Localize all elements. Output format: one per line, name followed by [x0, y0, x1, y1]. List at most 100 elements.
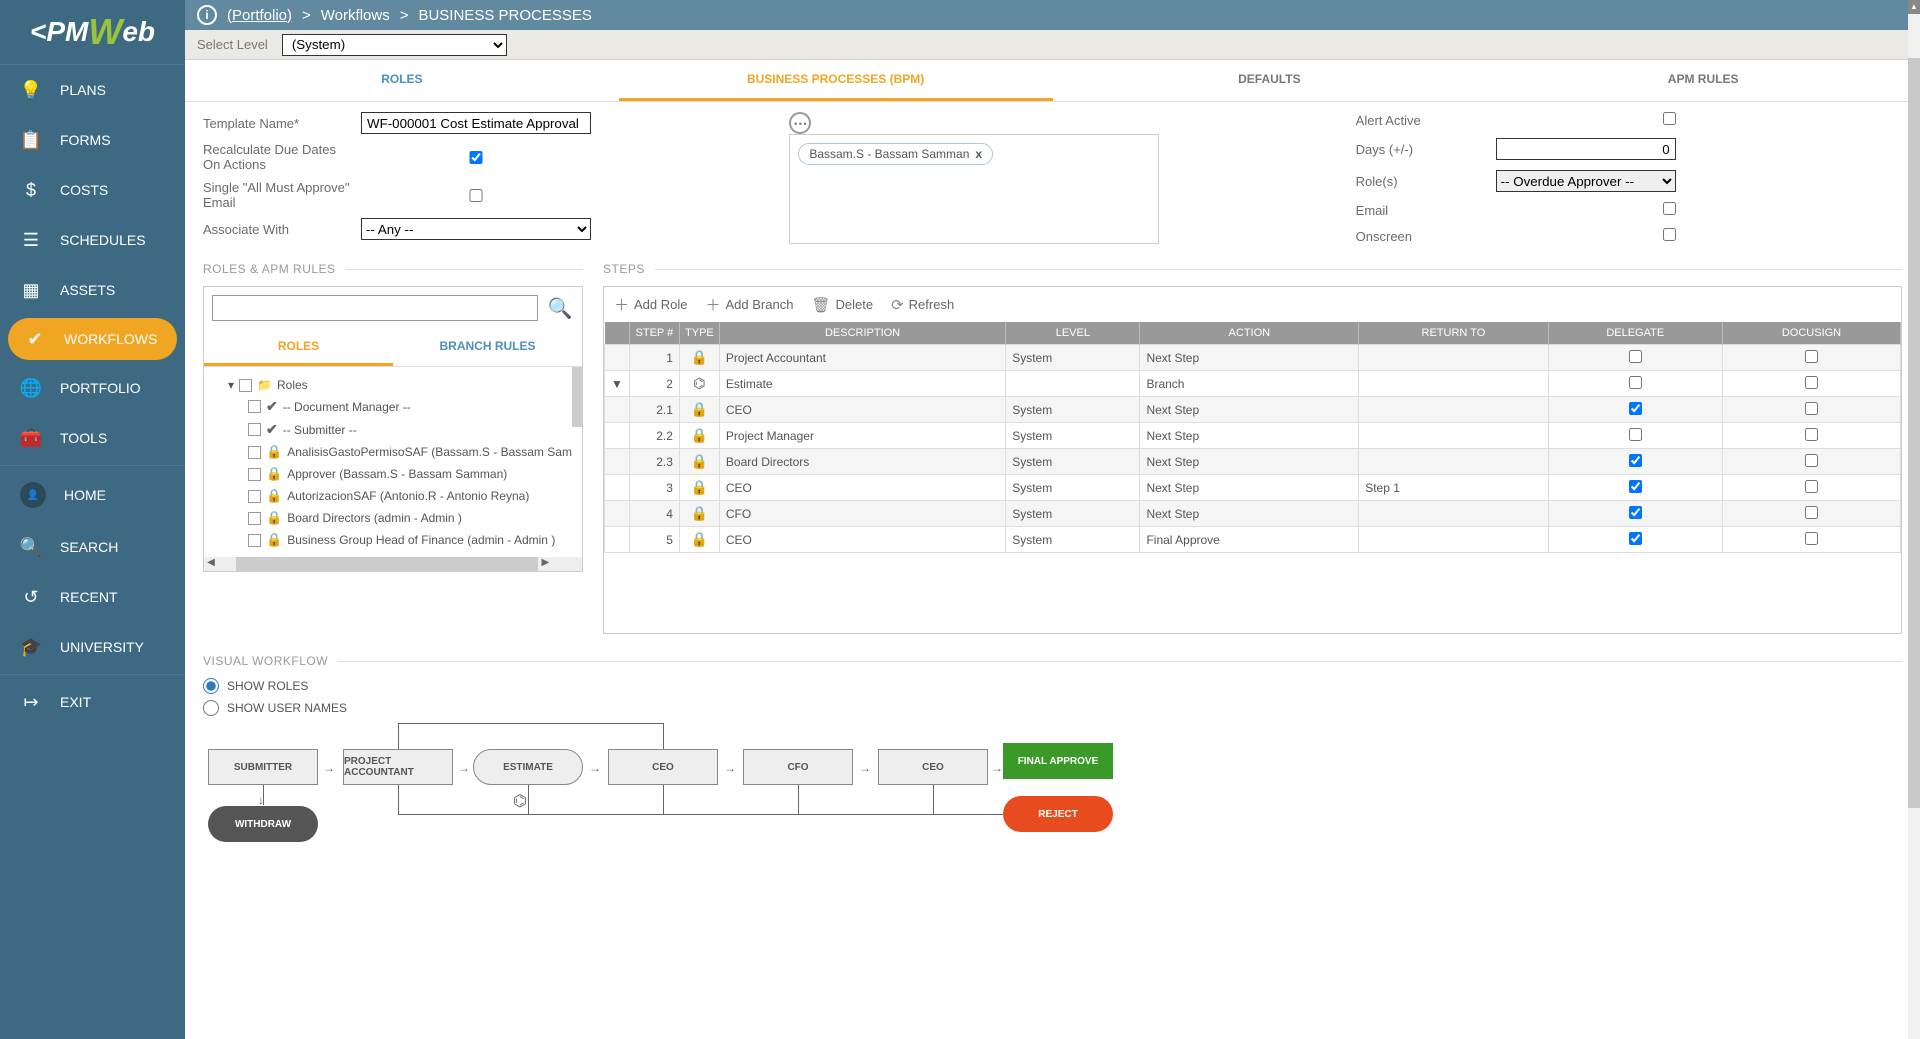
tree-checkbox[interactable]	[248, 512, 261, 525]
days-input[interactable]	[1496, 138, 1676, 160]
scroll-left-icon[interactable]: ◀	[204, 557, 218, 571]
wf-ceo-node-2[interactable]: CEO	[878, 749, 988, 785]
tab-apm[interactable]: APM RULES	[1486, 60, 1920, 101]
delegate-checkbox[interactable]	[1629, 454, 1642, 467]
scroll-thumb[interactable]	[236, 557, 538, 571]
chip-remove-icon[interactable]: x	[975, 147, 982, 161]
nav-portfolio[interactable]: 🌐PORTFOLIO	[0, 363, 185, 413]
wf-final-approve-node[interactable]: FINAL APPROVE	[1003, 743, 1113, 779]
roles-tree[interactable]: ▾ 📁 Roles ✔-- Document Manager --✔-- Sub…	[204, 367, 582, 557]
table-row[interactable]: 2.2🔒Project ManagerSystemNext Step	[605, 423, 1901, 449]
nav-exit[interactable]: ↦EXIT	[0, 677, 185, 727]
delegate-checkbox[interactable]	[1629, 350, 1642, 363]
delegate-checkbox[interactable]	[1629, 532, 1642, 545]
docusign-checkbox[interactable]	[1805, 454, 1818, 467]
row-expander[interactable]	[605, 345, 630, 371]
nav-assets[interactable]: ▦ASSETS	[0, 265, 185, 315]
nav-schedules[interactable]: ☰SCHEDULES	[0, 215, 185, 265]
table-row[interactable]: 5🔒CEOSystemFinal Approve	[605, 527, 1901, 553]
docusign-checkbox[interactable]	[1805, 480, 1818, 493]
wf-estimate-node[interactable]: ESTIMATE	[473, 749, 583, 785]
main-scroll-thumb[interactable]	[1908, 58, 1920, 808]
tab-defaults[interactable]: DEFAULTS	[1053, 60, 1487, 101]
delegate-checkbox[interactable]	[1629, 506, 1642, 519]
tree-item[interactable]: 🔒AutorizacionSAF (Antonio.R - Antonio Re…	[212, 485, 574, 507]
tree-root[interactable]: ▾ 📁 Roles	[212, 375, 574, 395]
wf-cfo-node[interactable]: CFO	[743, 749, 853, 785]
onscreen-checkbox[interactable]	[1663, 228, 1676, 241]
nav-costs[interactable]: $COSTS	[0, 165, 185, 215]
row-expander[interactable]	[605, 501, 630, 527]
tree-scrollbar[interactable]	[572, 367, 582, 427]
row-expander[interactable]	[605, 475, 630, 501]
table-row[interactable]: 4🔒CFOSystemNext Step	[605, 501, 1901, 527]
docusign-checkbox[interactable]	[1805, 428, 1818, 441]
recalc-checkbox[interactable]	[361, 151, 591, 164]
delete-button[interactable]: 🗑Delete	[811, 294, 873, 315]
row-expander[interactable]	[605, 527, 630, 553]
nav-university[interactable]: 🎓UNIVERSITY	[0, 622, 185, 672]
roles-tab-roles[interactable]: ROLES	[204, 329, 393, 366]
row-expander[interactable]	[605, 397, 630, 423]
info-icon[interactable]: i	[197, 5, 217, 25]
tree-item[interactable]: 🔒AnalisisGastoPermisoSAF (Bassam.S - Bas…	[212, 441, 574, 463]
tab-bpm[interactable]: BUSINESS PROCESSES (BPM)	[619, 60, 1053, 101]
tree-item[interactable]: 🔒Approver (Bassam.S - Bassam Samman)	[212, 463, 574, 485]
delegate-checkbox[interactable]	[1629, 480, 1642, 493]
people-picker-button[interactable]: ⋯	[789, 112, 811, 134]
select-level[interactable]: (System)	[282, 34, 507, 56]
template-name-input[interactable]	[361, 112, 591, 134]
tree-item[interactable]: 🔒Business Group Head of Finance (admin -…	[212, 529, 574, 551]
nav-recent[interactable]: ↺RECENT	[0, 572, 185, 622]
tree-item[interactable]: ✔-- Document Manager --	[212, 395, 574, 418]
tree-checkbox[interactable]	[239, 379, 252, 392]
docusign-checkbox[interactable]	[1805, 506, 1818, 519]
nav-plans[interactable]: 💡PLANS	[0, 65, 185, 115]
table-row[interactable]: ▼2⌬EstimateBranch	[605, 371, 1901, 397]
docusign-checkbox[interactable]	[1805, 350, 1818, 363]
nav-forms[interactable]: 📋FORMS	[0, 115, 185, 165]
nav-workflows[interactable]: ✔WORKFLOWS	[8, 318, 177, 360]
alert-active-checkbox[interactable]	[1663, 112, 1676, 125]
associate-select[interactable]: -- Any --	[361, 218, 591, 240]
wf-reject-node[interactable]: REJECT	[1003, 796, 1113, 832]
show-roles-radio-row[interactable]: SHOW ROLES	[203, 678, 1902, 694]
tree-checkbox[interactable]	[248, 400, 261, 413]
email-checkbox[interactable]	[1663, 202, 1676, 215]
table-row[interactable]: 2.3🔒Board DirectorsSystemNext Step	[605, 449, 1901, 475]
wf-submitter-node[interactable]: SUBMITTER	[208, 749, 318, 785]
wf-project-accountant-node[interactable]: PROJECT ACCOUNTANT	[343, 749, 453, 785]
table-row[interactable]: 1🔒Project AccountantSystemNext Step	[605, 345, 1901, 371]
roles-tab-branch[interactable]: BRANCH RULES	[393, 329, 582, 366]
wf-withdraw-node[interactable]: WITHDRAW	[208, 806, 318, 842]
tab-roles[interactable]: ROLES	[185, 60, 619, 101]
roles-search-input[interactable]	[212, 295, 538, 321]
search-icon[interactable]: 🔍	[546, 296, 574, 321]
row-expander[interactable]	[605, 423, 630, 449]
delegate-checkbox[interactable]	[1629, 376, 1642, 389]
show-roles-radio[interactable]	[203, 678, 219, 694]
roles-hscroll[interactable]: ◀ ▶	[204, 557, 582, 571]
docusign-checkbox[interactable]	[1805, 402, 1818, 415]
scroll-right-icon[interactable]: ▶	[538, 557, 552, 571]
nav-tools[interactable]: 🧰TOOLS	[0, 413, 185, 463]
single-approve-checkbox[interactable]	[361, 189, 591, 202]
add-role-button[interactable]: ＋Add Role	[614, 294, 688, 315]
show-users-radio[interactable]	[203, 700, 219, 716]
delegate-checkbox[interactable]	[1629, 402, 1642, 415]
breadcrumb-portfolio[interactable]: (Portfolio)	[227, 7, 292, 24]
add-branch-button[interactable]: ＋Add Branch	[706, 294, 794, 315]
docusign-checkbox[interactable]	[1805, 376, 1818, 389]
refresh-button[interactable]: ⟳Refresh	[891, 294, 954, 315]
tree-item[interactable]: ✔-- Submitter --	[212, 418, 574, 441]
nav-home[interactable]: 👤HOME	[0, 468, 185, 522]
docusign-checkbox[interactable]	[1805, 532, 1818, 545]
tree-collapse-icon[interactable]: ▾	[228, 378, 234, 392]
people-chips-box[interactable]: Bassam.S - Bassam Samman x	[789, 134, 1159, 244]
tree-item[interactable]: 🔒Board Directors (admin - Admin )	[212, 507, 574, 529]
delegate-checkbox[interactable]	[1629, 428, 1642, 441]
tree-checkbox[interactable]	[248, 534, 261, 547]
table-row[interactable]: 3🔒CEOSystemNext StepStep 1	[605, 475, 1901, 501]
row-expander[interactable]	[605, 449, 630, 475]
show-users-radio-row[interactable]: SHOW USER NAMES	[203, 700, 1902, 716]
